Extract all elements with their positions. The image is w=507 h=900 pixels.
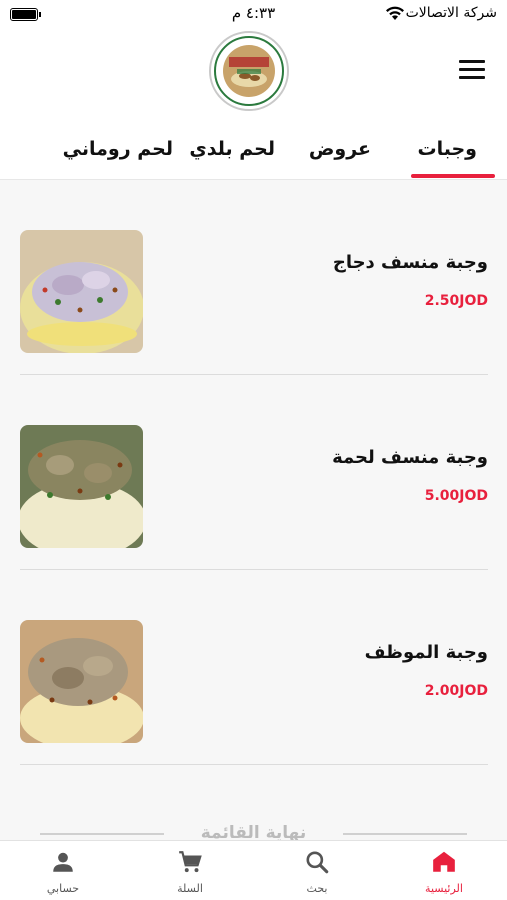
carrier-name: شركة الاتصالات (405, 5, 497, 21)
bottom-nav: حسابي السلة بحث الرئيسية (0, 840, 507, 900)
search-icon (306, 851, 329, 874)
cart-icon (179, 851, 202, 873)
nav-account[interactable]: حسابي (0, 841, 126, 900)
nav-home[interactable]: الرئيسية (381, 841, 507, 900)
meal-price: 2.50JOD (424, 293, 488, 309)
meal-name: وجبة الموظف (364, 642, 488, 663)
meal-image (20, 620, 143, 743)
tab-romanian-meat[interactable]: لحم روماني (63, 138, 173, 160)
meal-price: 2.00JOD (424, 683, 488, 699)
category-tabs: وجبات عروض لحم بلدي لحم روماني (0, 128, 507, 180)
home-icon (433, 851, 455, 872)
nav-cart-label: السلة (177, 882, 203, 895)
restaurant-logo (209, 31, 289, 111)
nav-home-label: الرئيسية (425, 882, 463, 895)
active-tab-indicator (411, 174, 495, 178)
nav-cart[interactable]: السلة (127, 841, 253, 900)
nav-account-label: حسابي (46, 882, 80, 895)
list-item[interactable]: وجبة منسف دجاج 2.50JOD (20, 180, 488, 375)
tab-meals[interactable]: وجبات (418, 138, 478, 160)
nav-search-label: بحث (306, 882, 328, 895)
meal-price: 5.00JOD (424, 488, 488, 504)
meal-name: وجبة منسف دجاج (332, 252, 488, 273)
list-item[interactable]: وجبة الموظف 2.00JOD (20, 570, 488, 765)
meal-image (20, 230, 143, 353)
tab-offers[interactable]: عروض (309, 138, 371, 160)
meal-image (20, 425, 143, 548)
status-bar: ٤:٣٣ م شركة الاتصالات (0, 0, 507, 28)
tab-local-meat[interactable]: لحم بلدي (189, 138, 275, 160)
meal-name: وجبة منسف لحمة (332, 447, 488, 468)
list-item[interactable]: وجبة منسف لحمة 5.00JOD (20, 375, 488, 570)
user-icon (53, 852, 73, 872)
app-header (0, 28, 507, 128)
nav-search[interactable]: بحث (254, 841, 380, 900)
hamburger-menu-icon[interactable] (459, 60, 485, 82)
wifi-icon (386, 6, 404, 20)
